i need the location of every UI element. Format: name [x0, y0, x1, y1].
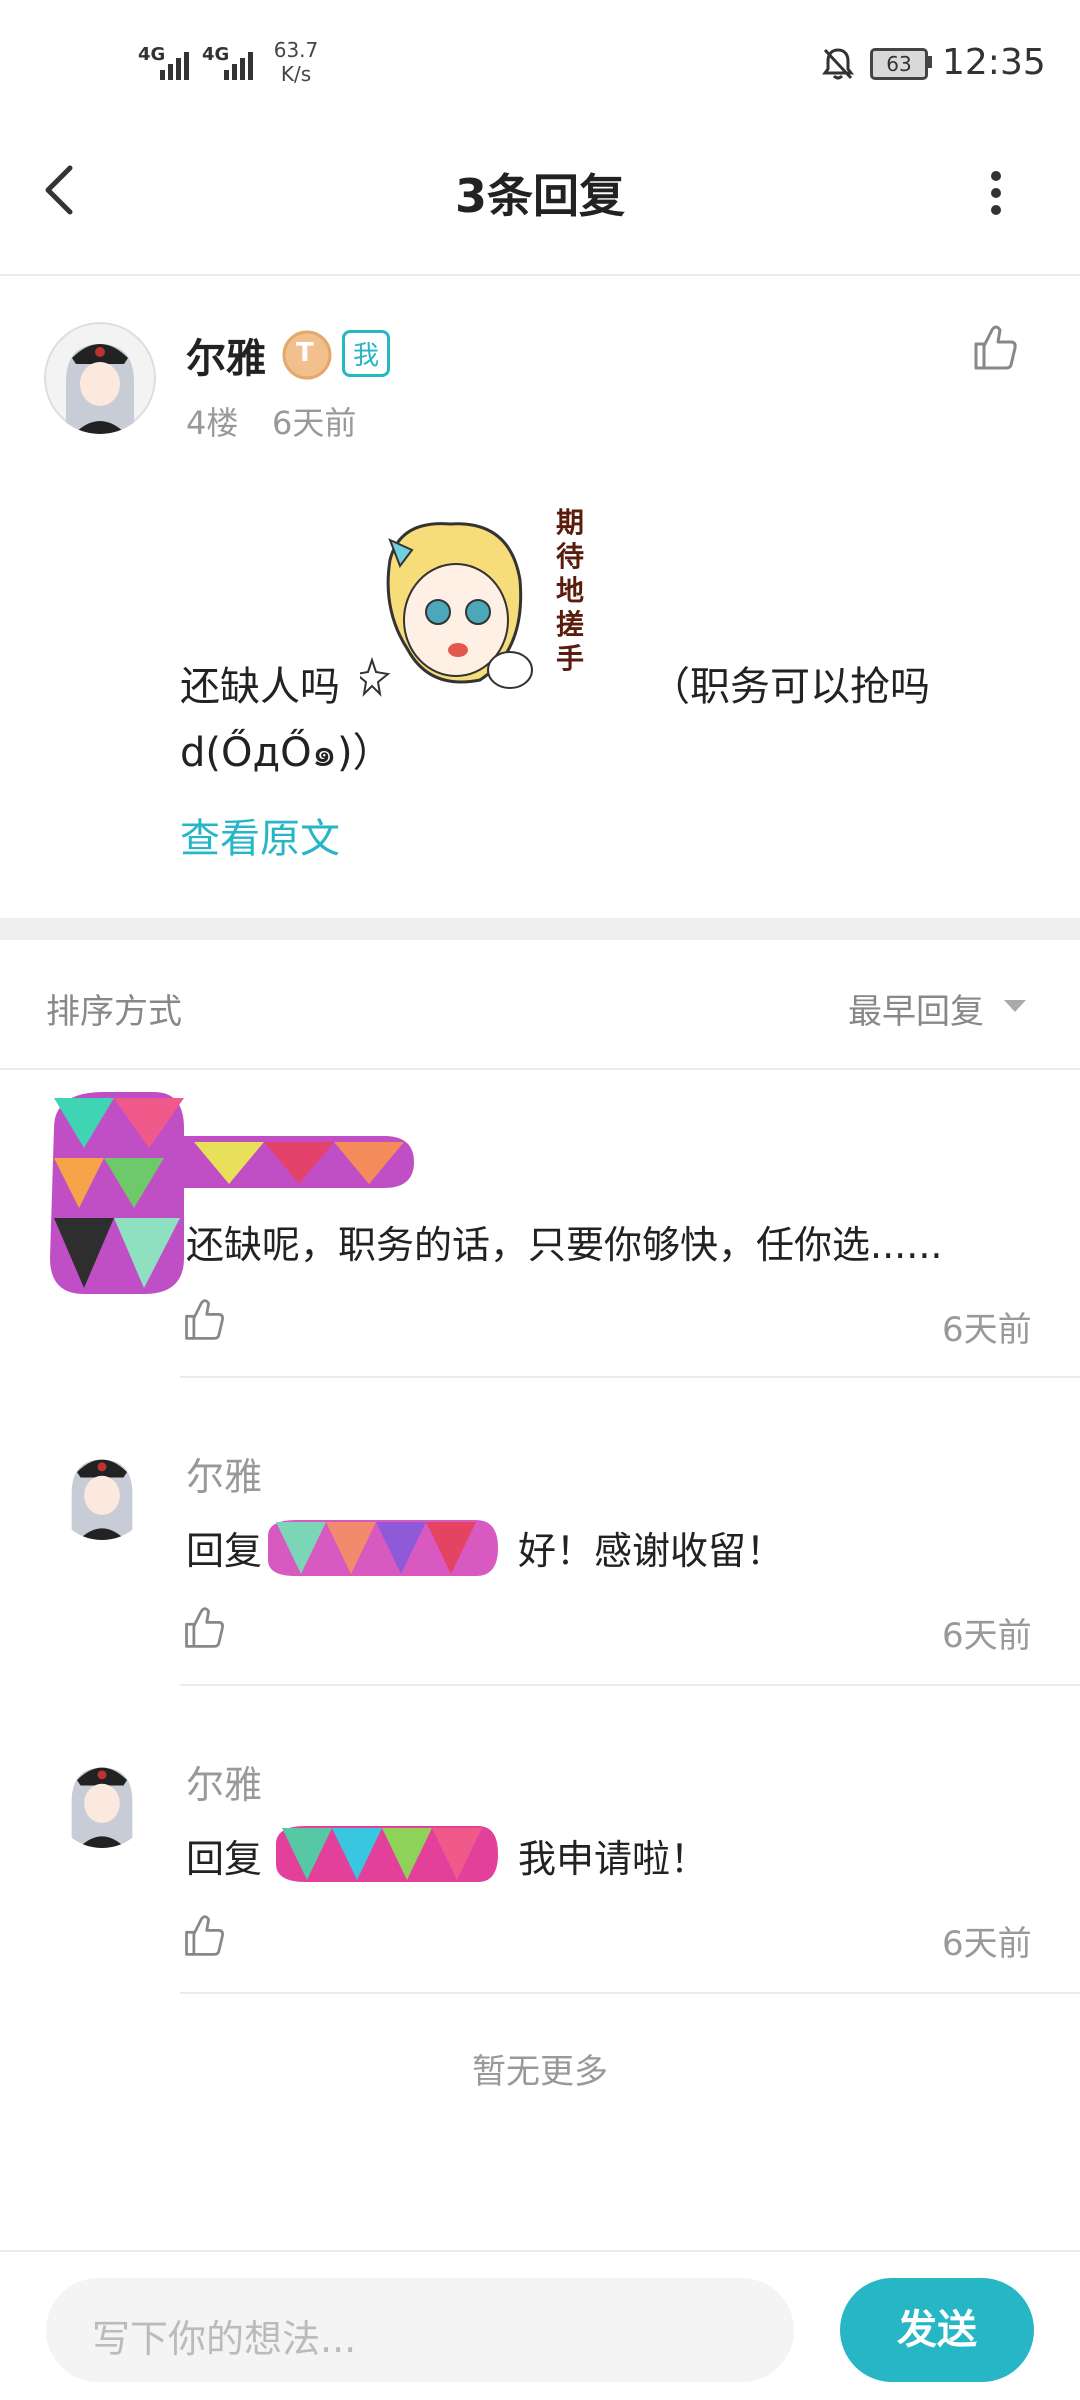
- more-vertical-icon: [991, 171, 1001, 215]
- sort-value: 最早回复: [848, 992, 984, 1032]
- level-badge-text: T: [296, 338, 314, 368]
- reply-3-name[interactable]: 尔雅: [186, 1754, 262, 1809]
- reply-2-avatar[interactable]: [52, 1440, 152, 1540]
- redacted-mention: [256, 1516, 500, 1580]
- comment-input[interactable]: 写下你的想法...: [46, 2278, 794, 2382]
- reply-3-prefix: 回复: [186, 1837, 263, 1881]
- status-bar: 4G 4G 63.7 K/s 63 12:35: [0, 0, 1080, 130]
- reply-divider: [180, 1376, 1080, 1378]
- thumbs-up-icon: [185, 1607, 224, 1648]
- view-original-link[interactable]: 查看原文: [180, 806, 340, 864]
- reply-2-text: 好！感谢收留！: [518, 1529, 785, 1573]
- reply-3-text: 我申请啦！: [518, 1837, 709, 1881]
- net-speed-unit: K/s: [280, 62, 312, 86]
- more-button[interactable]: [986, 168, 1016, 224]
- redacted-mention: [266, 1822, 500, 1886]
- reply-1-time: 6天前: [942, 1310, 1032, 1350]
- sort-label: 排序方式: [46, 992, 182, 1032]
- post-floor: 4楼: [186, 404, 239, 442]
- post-text-line2: d(ŐдŐ๑)）: [180, 730, 393, 776]
- reply-1-text: 还缺呢，职务的话，只要你够快，任你选......: [186, 1223, 943, 1267]
- reply-1-like-button[interactable]: [182, 1296, 228, 1342]
- post-time: 6天前: [272, 404, 357, 442]
- post-like-button[interactable]: [972, 322, 1022, 376]
- sticker-caption: 期待地搓手: [556, 506, 585, 675]
- reply-2-name[interactable]: 尔雅: [186, 1446, 262, 1501]
- clock: 12:35: [942, 42, 1046, 83]
- post-text-part1: 还缺人吗: [180, 664, 340, 710]
- page-title: 3条回复: [454, 169, 625, 223]
- battery-icon: 63: [870, 48, 928, 80]
- reply-divider: [180, 1992, 1080, 1994]
- section-separator: [0, 918, 1080, 940]
- battery-tip: [927, 56, 932, 68]
- sort-divider: [0, 1068, 1080, 1070]
- reply-2-time: 6天前: [942, 1616, 1032, 1656]
- sticker-image: 期待地搓手: [353, 500, 600, 710]
- net-speed-value: 63.7: [273, 38, 319, 62]
- post-username[interactable]: 尔雅: [186, 326, 266, 384]
- composer-divider: [0, 2250, 1080, 2252]
- bell-off-icon: [820, 46, 856, 86]
- thumbs-up-icon: [185, 1915, 224, 1956]
- reply-3-avatar[interactable]: [52, 1748, 152, 1848]
- header-divider: [0, 274, 1080, 276]
- avatar[interactable]: [44, 322, 156, 434]
- thumbs-up-icon: [185, 1299, 224, 1340]
- send-button[interactable]: 发送: [840, 2278, 1034, 2382]
- signal-type-2: 4G: [202, 44, 230, 65]
- net-speed: 63.7 K/s: [268, 38, 324, 86]
- sort-dropdown[interactable]: 最早回复: [848, 984, 1032, 1032]
- post-text-part2: （职务可以抢吗: [650, 664, 930, 710]
- reply-2-prefix: 回复: [186, 1529, 263, 1573]
- reply-divider: [180, 1684, 1080, 1686]
- comment-input-placeholder: 写下你的想法...: [92, 2317, 357, 2361]
- reply-2-like-button[interactable]: [182, 1604, 228, 1650]
- level-badge: T: [282, 330, 332, 380]
- me-badge: 我: [342, 330, 391, 377]
- caret-down-icon: [1004, 1000, 1026, 1012]
- reply-3-time: 6天前: [942, 1924, 1032, 1964]
- reply-3-like-button[interactable]: [182, 1912, 228, 1958]
- no-more-text: 暂无更多: [472, 2052, 608, 2092]
- thumbs-up-icon: [974, 325, 1017, 370]
- signal-type-1: 4G: [138, 44, 166, 65]
